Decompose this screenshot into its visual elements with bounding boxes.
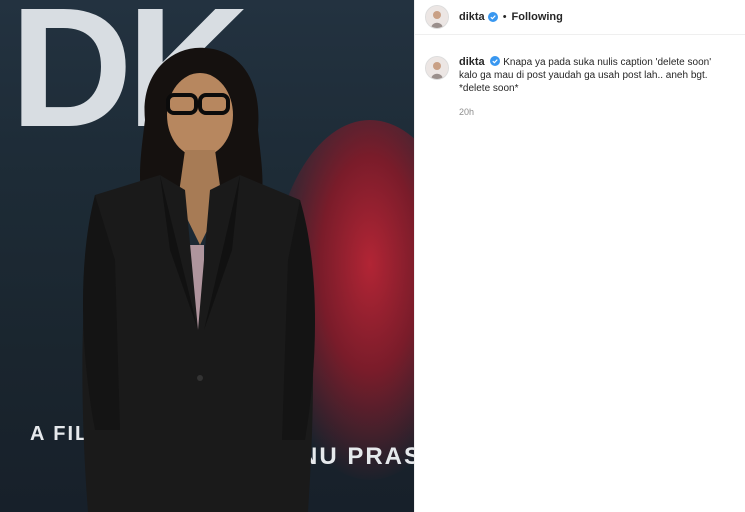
caption-username-link[interactable]: dikta — [459, 56, 485, 68]
avatar[interactable] — [425, 5, 449, 29]
man-in-suit-figure — [82, 47, 316, 512]
post-sidebar: dikta • Following dikta Knapa ya pada su… — [414, 0, 745, 512]
post-header: dikta • Following — [415, 0, 745, 35]
post-image[interactable]: DK A FIL NU PRAS — [0, 0, 414, 512]
caption-avatar[interactable] — [425, 56, 449, 80]
verified-badge-icon — [490, 56, 501, 66]
avatar-image-icon — [426, 6, 448, 28]
caption-body: dikta Knapa ya pada suka nulis caption '… — [459, 56, 729, 119]
caption: dikta Knapa ya pada suka nulis caption '… — [415, 35, 745, 119]
avatar-image-icon — [426, 57, 448, 79]
username-link[interactable]: dikta — [459, 11, 485, 23]
post-timestamp[interactable]: 20h — [459, 106, 729, 119]
instagram-post: DK A FIL NU PRAS dikta • Following dikta… — [0, 0, 745, 512]
separator-dot: • — [502, 11, 507, 23]
following-button[interactable]: Following — [512, 11, 563, 23]
verified-badge-icon — [487, 12, 498, 22]
